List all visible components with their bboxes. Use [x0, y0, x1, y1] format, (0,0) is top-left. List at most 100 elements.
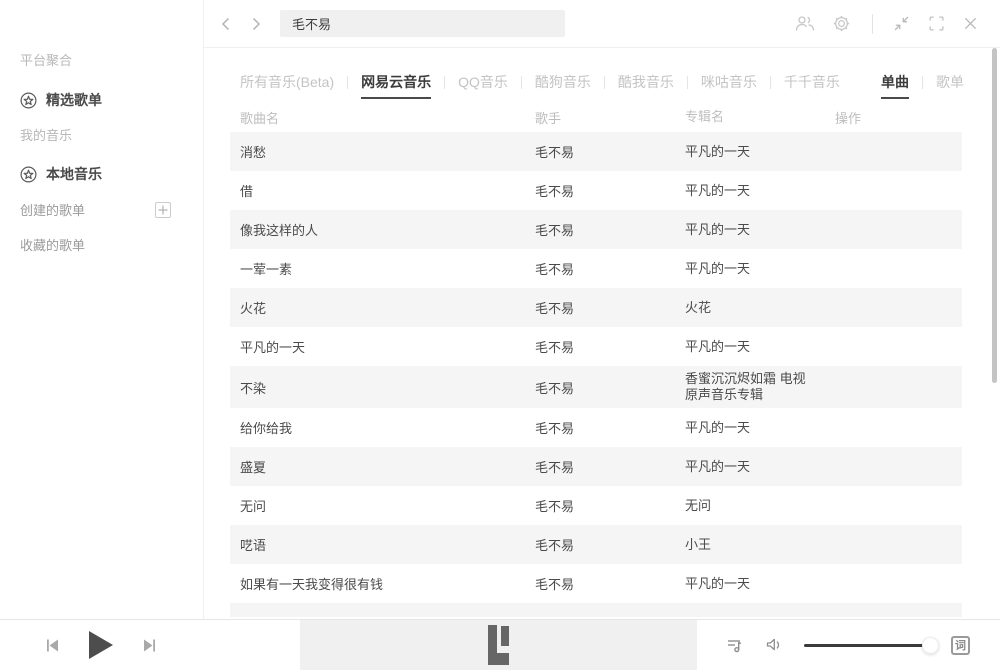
sidebar-item-label: 创建的歌单	[20, 200, 85, 219]
song-album: 火花	[685, 295, 835, 321]
star-circle-icon	[20, 92, 37, 109]
song-artist: 毛不易	[535, 535, 685, 554]
sidebar-section-platform: 平台聚合	[20, 50, 203, 69]
tab-separator	[347, 76, 348, 89]
topbar	[204, 0, 1000, 48]
sidebar-item-featured-playlists[interactable]: 精选歌单	[20, 90, 203, 110]
table-body: 消愁 毛不易 平凡的一天 借 毛不易 平凡的一天 像我这样的人 毛不易 平凡的一…	[230, 132, 962, 603]
now-playing-panel	[300, 620, 697, 670]
player-secondary-controls: 词	[726, 620, 1000, 670]
source-tab-4[interactable]: 酷我音乐	[618, 72, 674, 92]
source-tab-2[interactable]: QQ音乐	[458, 72, 508, 92]
column-header-artist: 歌手	[535, 108, 685, 127]
source-tab-3[interactable]: 酷狗音乐	[535, 72, 591, 92]
search-input[interactable]	[280, 10, 565, 37]
song-artist: 毛不易	[535, 220, 685, 239]
song-artist: 毛不易	[535, 259, 685, 278]
song-title: 不染	[230, 378, 535, 397]
song-title: 像我这样的人	[230, 220, 535, 239]
table-row[interactable]: 借 毛不易 平凡的一天	[230, 171, 962, 210]
back-button[interactable]	[214, 12, 238, 36]
scrollbar-thumb[interactable]	[992, 48, 997, 383]
column-header-action: 操作	[835, 108, 962, 127]
search-results-panel: 所有音乐(Beta) 网易云音乐 QQ音乐 酷狗音乐 酷我音乐 咪咕音乐 千千音乐 单曲 歌单…	[204, 48, 1000, 619]
sidebar-item-local-music[interactable]: 本地音乐	[20, 164, 203, 184]
sidebar-section-my-music: 我的音乐	[20, 125, 203, 144]
result-type-tab-0[interactable]: 单曲	[881, 72, 909, 92]
column-header-title: 歌曲名	[230, 108, 535, 127]
song-album: 小王	[685, 532, 835, 558]
song-album: 无问	[685, 493, 835, 519]
next-track-button[interactable]	[141, 637, 158, 654]
sidebar-item-favorited-playlists[interactable]: 收藏的歌单	[20, 235, 171, 254]
tab-separator	[922, 76, 923, 89]
table-row[interactable]: 如果有一天我变得很有钱 毛不易 平凡的一天	[230, 564, 962, 603]
volume-knob[interactable]	[922, 637, 939, 654]
song-title: 借	[230, 181, 535, 200]
lyrics-toggle-button[interactable]: 词	[951, 636, 970, 655]
play-button[interactable]	[88, 630, 114, 660]
song-album: 平凡的一天	[685, 454, 835, 480]
table-row[interactable]: 消愁 毛不易 平凡的一天	[230, 132, 962, 171]
table-row[interactable]: 给你给我 毛不易 平凡的一天	[230, 408, 962, 447]
table-row[interactable]: 无问 毛不易 无问	[230, 486, 962, 525]
sidebar-item-label: 精选歌单	[46, 90, 102, 110]
tab-separator	[521, 76, 522, 89]
table-row[interactable]: 火花 毛不易 火花	[230, 288, 962, 327]
source-tab-5[interactable]: 咪咕音乐	[701, 72, 757, 92]
song-title: 如果有一天我变得很有钱	[230, 574, 535, 593]
volume-slider[interactable]	[804, 644, 930, 647]
song-album: 平凡的一天	[685, 178, 835, 204]
main-area: 所有音乐(Beta) 网易云音乐 QQ音乐 酷狗音乐 酷我音乐 咪咕音乐 千千音乐 单曲 歌单…	[204, 0, 1000, 619]
close-icon[interactable]	[961, 14, 980, 33]
fullscreen-icon[interactable]	[926, 13, 947, 34]
tab-separator	[770, 76, 771, 89]
column-header-album: 专辑名	[685, 104, 835, 130]
table-row[interactable]: 一荤一素 毛不易 平凡的一天	[230, 249, 962, 288]
song-album: 平凡的一天	[685, 256, 835, 282]
sidebar-item-created-playlists[interactable]: 创建的歌单	[20, 200, 171, 219]
tab-separator	[687, 76, 688, 89]
source-tab-0[interactable]: 所有音乐(Beta)	[240, 72, 334, 92]
song-artist: 毛不易	[535, 298, 685, 317]
sidebar: 平台聚合 精选歌单 我的音乐 本地音乐 创建的歌单 收藏的歌单	[0, 0, 204, 619]
song-album: 香蜜沉沉烬如霜 电视原声音乐专辑	[685, 366, 835, 408]
listen1-logo	[488, 625, 510, 665]
song-title: 盛夏	[230, 457, 535, 476]
table-header: 歌曲名 歌手 专辑名 操作	[230, 102, 962, 132]
song-album: 平凡的一天	[685, 415, 835, 441]
song-album: 平凡的一天	[685, 334, 835, 360]
source-tab-6[interactable]: 千千音乐	[784, 72, 840, 92]
song-title: 一荤一素	[230, 259, 535, 278]
play-queue-icon[interactable]	[726, 636, 744, 654]
result-type-tab-1[interactable]: 歌单	[936, 72, 964, 92]
topbar-divider	[872, 14, 873, 34]
sidebar-item-label: 收藏的歌单	[20, 235, 85, 254]
table-row[interactable]: 呓语 毛不易 小王	[230, 525, 962, 564]
users-icon[interactable]	[793, 13, 817, 34]
forward-button[interactable]	[244, 12, 268, 36]
previous-track-button[interactable]	[44, 637, 61, 654]
settings-gear-icon[interactable]	[831, 13, 852, 34]
player-transport-controls	[0, 620, 158, 670]
add-playlist-button[interactable]	[155, 202, 171, 218]
song-artist: 毛不易	[535, 142, 685, 161]
table-row[interactable]: 平凡的一天 毛不易 平凡的一天	[230, 327, 962, 366]
source-tab-1[interactable]: 网易云音乐	[361, 72, 431, 92]
song-artist: 毛不易	[535, 574, 685, 593]
volume-icon[interactable]	[765, 636, 783, 654]
table-row[interactable]: 盛夏 毛不易 平凡的一天	[230, 447, 962, 486]
table-row-partial[interactable]	[230, 603, 962, 617]
table-row[interactable]: 不染 毛不易 香蜜沉沉烬如霜 电视原声音乐专辑	[230, 366, 962, 408]
mini-mode-icon[interactable]	[891, 13, 912, 34]
song-title: 无问	[230, 496, 535, 515]
song-title: 给你给我	[230, 418, 535, 437]
song-title: 火花	[230, 298, 535, 317]
table-row[interactable]: 像我这样的人 毛不易 平凡的一天	[230, 210, 962, 249]
player-bar: 词	[0, 619, 1000, 670]
song-artist: 毛不易	[535, 181, 685, 200]
sidebar-item-label: 本地音乐	[46, 164, 102, 184]
song-title: 消愁	[230, 142, 535, 161]
song-title: 呓语	[230, 535, 535, 554]
tab-separator	[444, 76, 445, 89]
